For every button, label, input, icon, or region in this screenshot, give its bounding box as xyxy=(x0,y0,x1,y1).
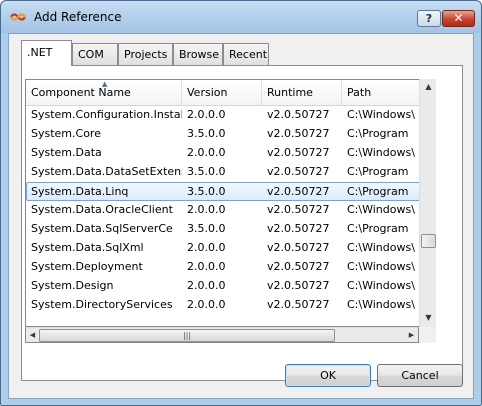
close-button[interactable]: ✕ xyxy=(442,10,475,27)
add-reference-dialog: Add Reference ? ✕ .NET COM Projects Brow… xyxy=(0,0,482,406)
cell-version: 2.0.0.0 xyxy=(187,108,226,121)
list-row[interactable]: System.Core 3.5.0.0 v2.0.50727 C:\Progra… xyxy=(26,125,421,144)
cell-version: 3.5.0.0 xyxy=(187,185,226,198)
horizontal-scroll-thumb[interactable]: ||| xyxy=(39,329,335,342)
help-button[interactable]: ? xyxy=(417,10,441,27)
cell-runtime: v2.0.50727 xyxy=(267,146,330,159)
list-row[interactable]: System.Data.SqlServerCe 3.5.0.0 v2.0.507… xyxy=(26,220,421,239)
cancel-button[interactable]: Cancel xyxy=(377,364,463,387)
list-row[interactable]: System.DirectoryServices 2.0.0.0 v2.0.50… xyxy=(26,296,421,315)
scroll-up-icon[interactable]: ▲ xyxy=(420,79,437,95)
cell-path: C:\Program xyxy=(347,185,409,198)
cell-component-name: System.Core xyxy=(31,127,101,140)
tab-com[interactable]: COM xyxy=(72,43,118,65)
column-header-label: Component Name xyxy=(31,86,131,99)
cell-component-name: System.Data.Linq xyxy=(31,185,129,198)
scroll-left-icon[interactable]: ◀ xyxy=(26,328,39,342)
cell-runtime: v2.0.50727 xyxy=(267,108,330,121)
dialog-client-area: .NET COM Projects Browse Recent Componen… xyxy=(8,33,474,399)
list-row[interactable]: System.Deployment 2.0.0.0 v2.0.50727 C:\… xyxy=(26,258,421,277)
list-row[interactable]: System.Data.OracleClient 2.0.0.0 v2.0.50… xyxy=(26,201,421,220)
cell-version: 2.0.0.0 xyxy=(187,298,226,311)
column-header-component-name[interactable]: Component Name ▲ xyxy=(26,80,182,106)
cell-version: 2.0.0.0 xyxy=(187,279,226,292)
cell-component-name: System.Deployment xyxy=(31,260,143,273)
cell-component-name: System.Data.SqlXml xyxy=(31,241,144,254)
scroll-down-icon[interactable]: ▼ xyxy=(420,310,437,326)
cell-runtime: v2.0.50727 xyxy=(267,222,330,235)
cell-version: 2.0.0.0 xyxy=(187,203,226,216)
list-row[interactable]: System.Data 2.0.0.0 v2.0.50727 C:\Window… xyxy=(26,144,421,163)
cell-component-name: System.Data.DataSetExtens... xyxy=(31,165,182,178)
visual-studio-icon xyxy=(10,13,26,21)
ok-button[interactable]: OK xyxy=(285,364,371,387)
tab-browse[interactable]: Browse xyxy=(173,43,223,65)
tab-projects[interactable]: Projects xyxy=(118,43,173,65)
cell-runtime: v2.0.50727 xyxy=(267,203,330,216)
cell-path: C:\Windows\ xyxy=(347,260,415,273)
component-list[interactable]: Component Name ▲ Version Runtime Path Sy… xyxy=(25,79,422,327)
list-row[interactable]: System.Data.DataSetExtens... 3.5.0.0 v2.… xyxy=(26,163,421,182)
cell-version: 3.5.0.0 xyxy=(187,165,226,178)
cell-path: C:\Program xyxy=(347,127,409,140)
cell-component-name: System.Data.OracleClient xyxy=(31,203,173,216)
cell-runtime: v2.0.50727 xyxy=(267,279,330,292)
column-header-version[interactable]: Version xyxy=(182,80,262,106)
list-row[interactable]: System.Configuration.Install 2.0.0.0 v2.… xyxy=(26,106,421,125)
cell-runtime: v2.0.50727 xyxy=(267,298,330,311)
cell-component-name: System.Data.SqlServerCe xyxy=(31,222,173,235)
vertical-scrollbar[interactable]: ▲ ▼ xyxy=(419,79,436,327)
scroll-right-icon[interactable]: ▶ xyxy=(405,328,418,342)
cell-runtime: v2.0.50727 xyxy=(267,241,330,254)
cell-component-name: System.Configuration.Install xyxy=(31,108,182,121)
cell-runtime: v2.0.50727 xyxy=(267,165,330,178)
cell-component-name: System.Data xyxy=(31,146,102,159)
tab-dotnet[interactable]: .NET xyxy=(21,40,72,66)
column-header-path[interactable]: Path xyxy=(342,80,421,106)
cell-runtime: v2.0.50727 xyxy=(267,185,330,198)
horizontal-scrollbar[interactable]: ◀ ||| ▶ xyxy=(25,327,419,343)
cell-component-name: System.Design xyxy=(31,279,114,292)
title-bar[interactable]: Add Reference ? ✕ xyxy=(1,1,481,33)
cell-path: C:\Windows\ xyxy=(347,146,415,159)
cell-runtime: v2.0.50727 xyxy=(267,260,330,273)
sort-ascending-icon: ▲ xyxy=(102,80,108,88)
cell-path: C:\Program xyxy=(347,222,409,235)
cell-version: 2.0.0.0 xyxy=(187,241,226,254)
cell-version: 3.5.0.0 xyxy=(187,127,226,140)
cell-path: C:\Windows\ xyxy=(347,241,415,254)
scrollbar-corner xyxy=(419,327,436,343)
cell-version: 3.5.0.0 xyxy=(187,222,226,235)
cell-version: 2.0.0.0 xyxy=(187,260,226,273)
column-header-runtime[interactable]: Runtime xyxy=(262,80,342,106)
vertical-scroll-thumb[interactable] xyxy=(421,234,436,248)
cell-path: C:\Program xyxy=(347,165,409,178)
list-row-selected[interactable]: System.Data.Linq 3.5.0.0 v2.0.50727 C:\P… xyxy=(26,182,421,201)
window-title: Add Reference xyxy=(34,10,122,24)
cell-path: C:\Windows\ xyxy=(347,108,415,121)
cell-path: C:\Windows\ xyxy=(347,279,415,292)
cell-path: C:\Windows\ xyxy=(347,203,415,216)
list-row[interactable]: System.Data.SqlXml 2.0.0.0 v2.0.50727 C:… xyxy=(26,239,421,258)
tab-recent[interactable]: Recent xyxy=(223,43,269,65)
cell-path: C:\Windows\ xyxy=(347,298,415,311)
list-row[interactable]: System.Design 2.0.0.0 v2.0.50727 C:\Wind… xyxy=(26,277,421,296)
cell-component-name: System.DirectoryServices xyxy=(31,298,173,311)
cell-version: 2.0.0.0 xyxy=(187,146,226,159)
list-header: Component Name ▲ Version Runtime Path xyxy=(26,80,421,106)
cell-runtime: v2.0.50727 xyxy=(267,127,330,140)
